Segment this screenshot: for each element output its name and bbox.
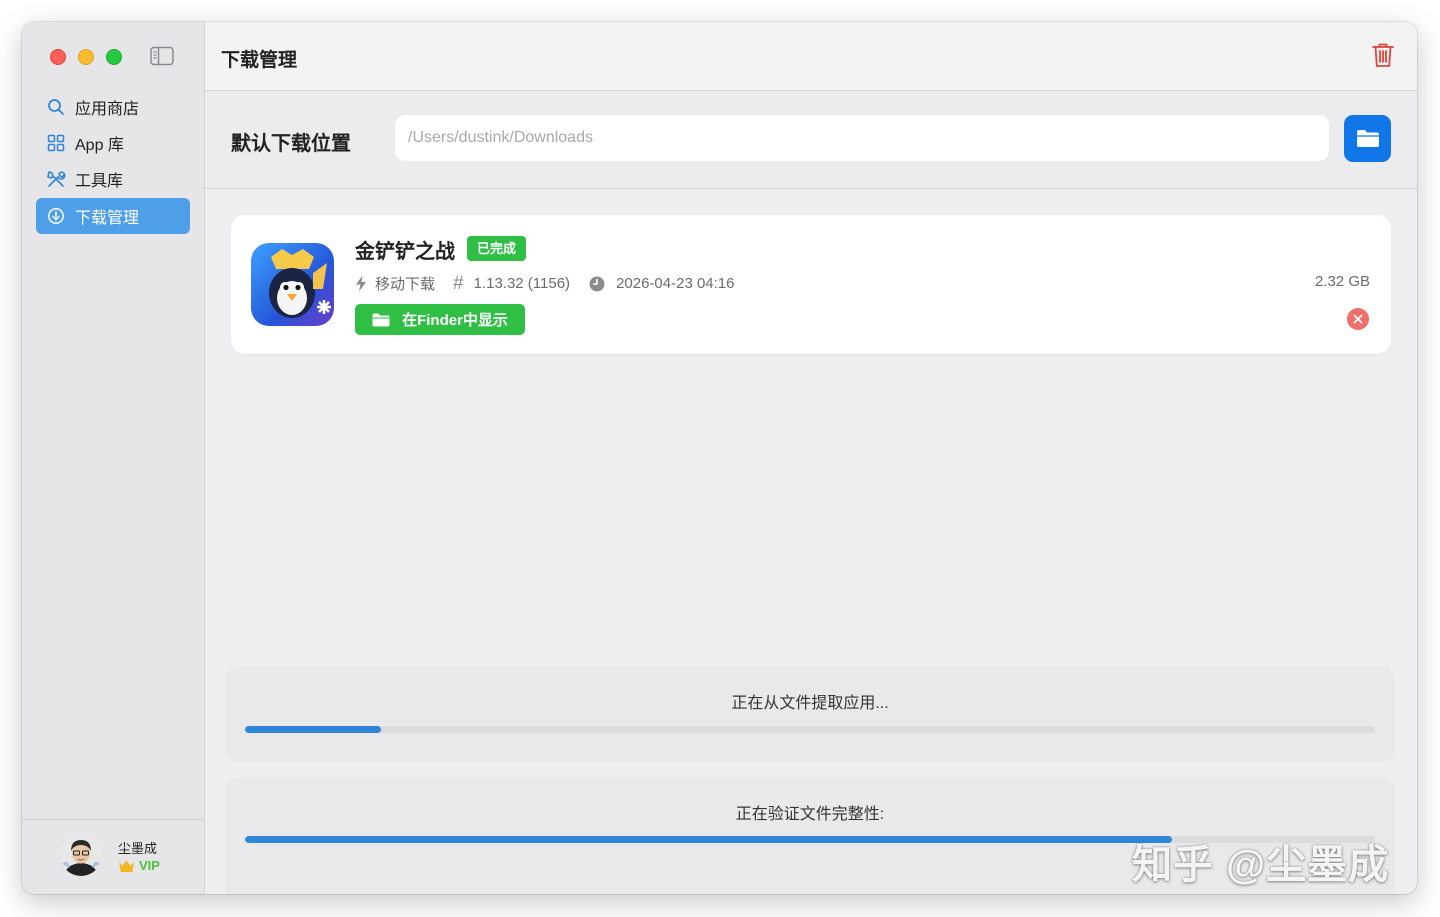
version-label: 1.13.32 (1156)	[473, 275, 571, 292]
download-location-bar: 默认下载位置	[205, 91, 1417, 189]
sidebar-nav: 应用商店 App 库 工具库 下载管理	[36, 90, 190, 236]
watermark: 知乎 @尘墨成	[1132, 843, 1390, 887]
hash-icon: #	[453, 273, 464, 294]
download-source: 移动下载	[355, 273, 435, 294]
show-in-finder-button[interactable]: 在Finder中显示	[355, 304, 525, 335]
sidebar-item-app-library[interactable]: App 库	[36, 126, 190, 160]
sidebar-item-tools[interactable]: 工具库	[36, 162, 190, 196]
progress-track	[245, 726, 1375, 733]
folder-icon	[372, 313, 390, 326]
download-source-label: 移动下载	[375, 276, 436, 293]
remove-download-button[interactable]	[1347, 308, 1369, 330]
sidebar-item-label: App 库	[75, 137, 124, 154]
progress-fill	[245, 726, 381, 733]
zoom-window-button[interactable]	[106, 49, 122, 65]
status-badge: 已完成	[467, 236, 527, 261]
download-meta: 移动下载 # 1.13.32 (1156) 2026-04-23 04:16	[355, 273, 735, 294]
download-version: # 1.13.32 (1156)	[453, 274, 570, 293]
app-window: 应用商店 App 库 工具库 下载管理 尘墨成 VIP 下载管理 默认下载位置 …	[22, 22, 1417, 894]
grid-icon	[46, 133, 66, 153]
download-date: 2026-04-23 04:16	[589, 275, 735, 292]
sidebar-toggle-icon[interactable]	[150, 46, 174, 66]
sidebar-item-app-store[interactable]: 应用商店	[36, 90, 190, 124]
app-icon	[251, 243, 334, 326]
title-bar: 下载管理	[205, 22, 1417, 91]
vip-badge: VIP	[118, 858, 160, 873]
crown-icon	[119, 860, 134, 872]
app-name: 金铲铲之战	[355, 241, 455, 263]
minimize-window-button[interactable]	[78, 49, 94, 65]
download-item-card: 金铲铲之战 已完成 移动下载 # 1.13.32 (1156) 2026-04-…	[231, 215, 1391, 354]
extract-progress-panel: 正在从文件提取应用...	[225, 667, 1395, 762]
close-window-button[interactable]	[50, 49, 66, 65]
sidebar: 应用商店 App 库 工具库 下载管理 尘墨成 VIP	[22, 22, 205, 894]
tools-icon	[46, 169, 66, 189]
progress-status-text: 正在从文件提取应用...	[731, 695, 889, 712]
window-controls	[50, 49, 122, 65]
clock-icon	[589, 276, 605, 291]
page-title: 下载管理	[221, 50, 298, 71]
choose-folder-button[interactable]	[1344, 115, 1391, 162]
user-profile[interactable]: 尘墨成 VIP	[22, 819, 204, 894]
sidebar-item-label: 工具库	[75, 173, 124, 190]
download-icon	[46, 206, 66, 226]
sidebar-item-label: 下载管理	[75, 210, 140, 227]
download-location-label: 默认下载位置	[231, 133, 351, 155]
file-size: 2.32 GB	[1314, 273, 1370, 290]
user-name: 尘墨成	[118, 841, 158, 856]
bolt-icon	[356, 275, 366, 292]
progress-status-text: 正在验证文件完整性:	[735, 806, 885, 823]
sidebar-item-downloads[interactable]: 下载管理	[36, 198, 190, 234]
show-in-finder-label: 在Finder中显示	[402, 312, 508, 329]
progress-fill	[245, 836, 1172, 843]
vip-label: VIP	[139, 858, 160, 873]
trash-icon[interactable]	[1371, 42, 1395, 68]
download-path-input[interactable]	[395, 115, 1329, 161]
folder-icon	[1356, 130, 1379, 147]
close-icon	[1353, 314, 1363, 324]
date-label: 2026-04-23 04:16	[616, 275, 735, 292]
search-icon	[46, 97, 66, 117]
avatar[interactable]	[60, 834, 102, 876]
sidebar-item-label: 应用商店	[75, 101, 140, 118]
